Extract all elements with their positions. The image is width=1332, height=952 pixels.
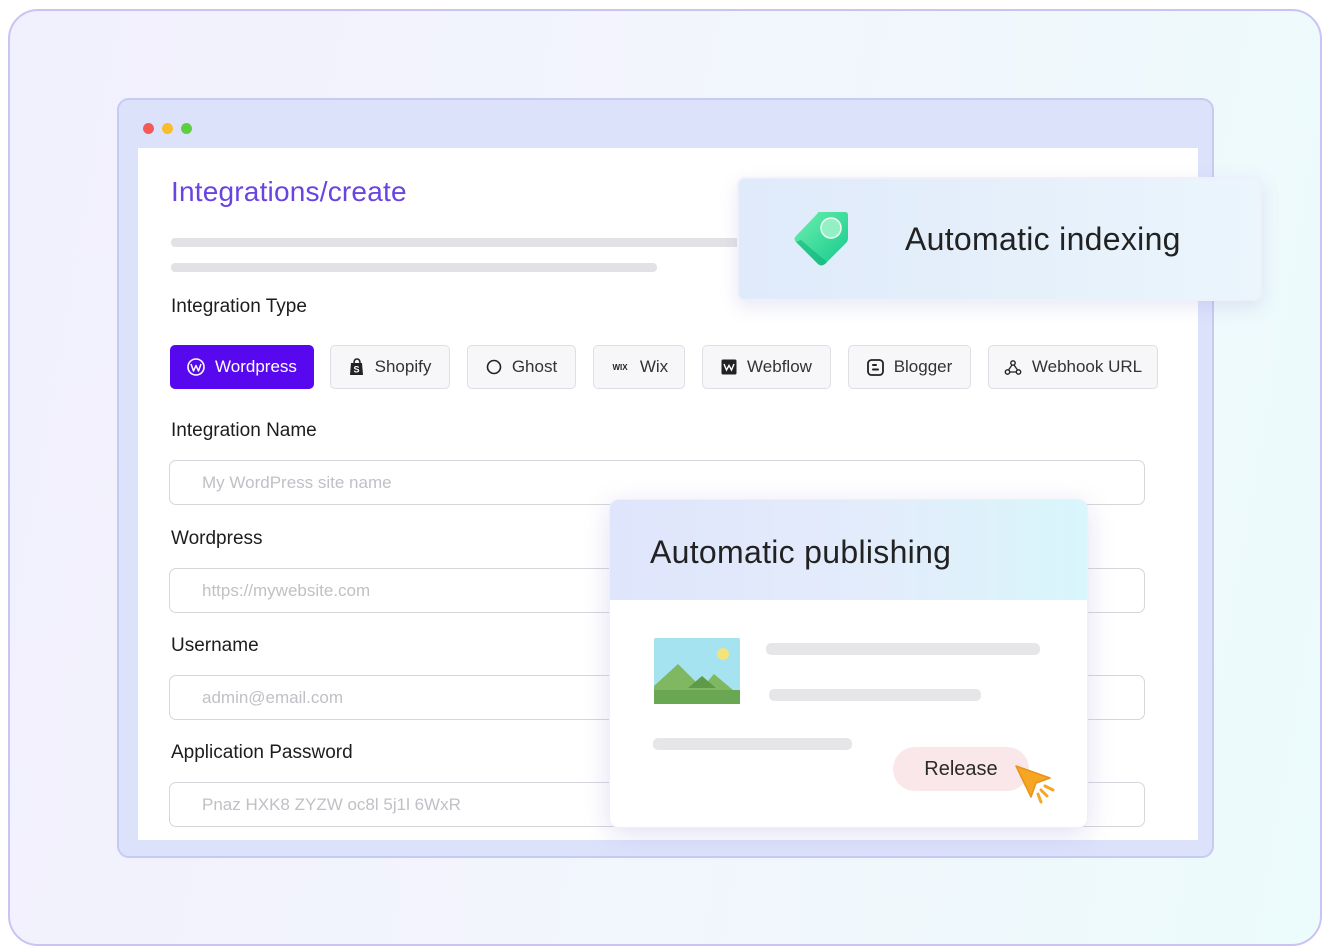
type-button-wordpress[interactable]: Wordpress bbox=[170, 345, 314, 389]
webhook-icon bbox=[1004, 359, 1022, 376]
publishing-card-header: Automatic publishing bbox=[610, 500, 1087, 600]
type-label: Shopify bbox=[374, 357, 432, 376]
type-label: Ghost bbox=[511, 357, 558, 376]
username-label: Username bbox=[171, 635, 259, 656]
skeleton-line bbox=[171, 263, 657, 272]
type-label: Wordpress bbox=[215, 357, 297, 376]
type-button-wix[interactable]: WIX Wix bbox=[593, 345, 685, 389]
wordpress-icon bbox=[187, 358, 205, 376]
skeleton-line bbox=[769, 689, 981, 701]
type-button-blogger[interactable]: Blogger bbox=[848, 345, 971, 389]
automatic-publishing-card: Automatic publishing Release bbox=[609, 499, 1088, 828]
automatic-indexing-title: Automatic indexing bbox=[905, 221, 1181, 257]
svg-text:WIX: WIX bbox=[612, 363, 628, 372]
type-button-shopify[interactable]: S Shopify bbox=[330, 345, 450, 389]
integration-type-label: Integration Type bbox=[171, 296, 307, 317]
tag-icon bbox=[791, 209, 851, 274]
window-minimize-dot[interactable] bbox=[162, 123, 173, 134]
type-label: Webflow bbox=[747, 357, 812, 376]
blogger-icon bbox=[866, 358, 884, 376]
wordpress-url-label: Wordpress bbox=[171, 528, 263, 549]
type-button-webflow[interactable]: Webflow bbox=[702, 345, 831, 389]
ghost-icon bbox=[486, 359, 502, 375]
app-password-label: Application Password bbox=[171, 742, 353, 763]
window-maximize-dot[interactable] bbox=[181, 123, 192, 134]
svg-text:S: S bbox=[353, 365, 359, 375]
window-close-dot[interactable] bbox=[143, 123, 154, 134]
skeleton-line bbox=[653, 738, 852, 750]
wix-icon: WIX bbox=[610, 361, 630, 373]
automatic-publishing-title: Automatic publishing bbox=[650, 534, 952, 570]
automatic-indexing-card: Automatic indexing bbox=[737, 177, 1262, 301]
image-placeholder-icon bbox=[654, 638, 740, 709]
release-button[interactable]: Release bbox=[893, 747, 1029, 791]
type-label: Webhook URL bbox=[1031, 357, 1143, 376]
webflow-icon bbox=[721, 359, 737, 375]
integration-name-label: Integration Name bbox=[171, 420, 317, 441]
type-label: Wix bbox=[639, 357, 669, 376]
type-label: Blogger bbox=[893, 357, 953, 376]
shopify-icon: S bbox=[349, 358, 365, 376]
page-title: Integrations/create bbox=[171, 176, 407, 207]
type-button-ghost[interactable]: Ghost bbox=[467, 345, 576, 389]
cursor-icon bbox=[1014, 764, 1060, 813]
skeleton-line bbox=[766, 643, 1040, 655]
skeleton-line bbox=[171, 238, 751, 247]
type-button-webhook-url[interactable]: Webhook URL bbox=[988, 345, 1158, 389]
